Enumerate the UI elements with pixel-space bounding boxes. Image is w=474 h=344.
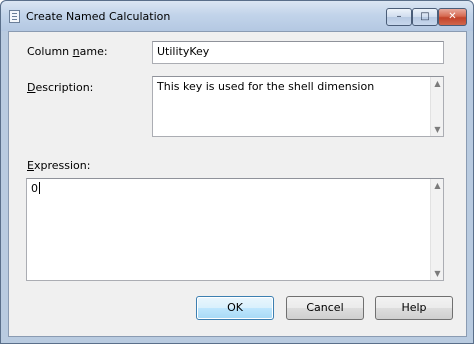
description-value: This key is used for the shell dimension xyxy=(157,80,375,93)
description-textarea[interactable]: This key is used for the shell dimension… xyxy=(152,76,444,137)
expression-textarea[interactable]: 0 ▲ ▼ xyxy=(26,178,444,281)
calculator-icon xyxy=(9,10,20,23)
expression-scrollbar[interactable]: ▲ ▼ xyxy=(430,179,443,280)
minimize-button[interactable]: – xyxy=(386,8,412,26)
text-cursor xyxy=(39,182,40,194)
title-bar[interactable]: Create Named Calculation – □ ✕ xyxy=(1,1,473,31)
maximize-button[interactable]: □ xyxy=(412,8,438,26)
scroll-down-icon[interactable]: ▼ xyxy=(431,267,444,280)
window-title: Create Named Calculation xyxy=(26,10,171,23)
description-scrollbar[interactable]: ▲ ▼ xyxy=(430,77,443,136)
dialog-body: Column name: UtilityKey Description: Thi… xyxy=(8,31,467,337)
column-name-label: Column name: xyxy=(27,45,108,58)
scroll-down-icon[interactable]: ▼ xyxy=(431,123,444,136)
column-name-input[interactable]: UtilityKey xyxy=(152,41,444,64)
dialog-window: Create Named Calculation – □ ✕ Column na… xyxy=(0,0,474,344)
description-label: Description: xyxy=(27,81,94,94)
expression-value: 0 xyxy=(31,182,38,195)
cancel-button[interactable]: Cancel xyxy=(286,296,364,320)
close-button[interactable]: ✕ xyxy=(438,8,467,26)
help-button[interactable]: Help xyxy=(375,296,453,320)
scroll-up-icon[interactable]: ▲ xyxy=(431,179,444,192)
scroll-up-icon[interactable]: ▲ xyxy=(431,77,444,90)
column-name-value: UtilityKey xyxy=(157,45,210,58)
expression-label: Expression: xyxy=(27,159,91,172)
ok-button[interactable]: OK xyxy=(196,296,274,320)
